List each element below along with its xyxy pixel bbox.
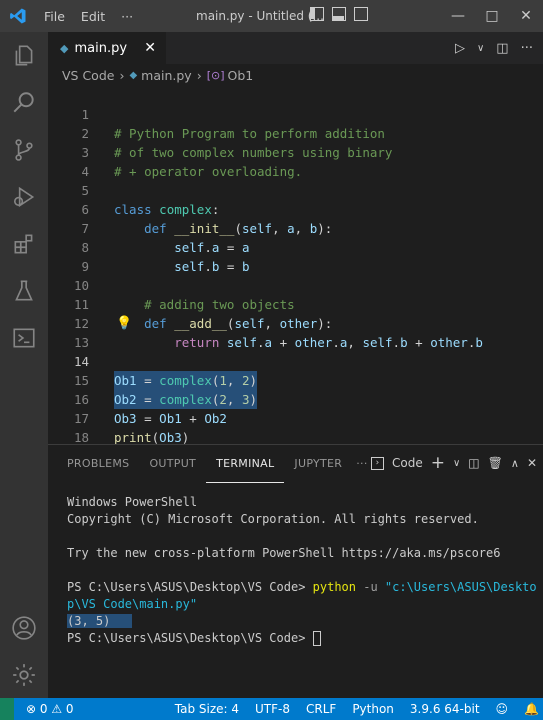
terminal-cursor <box>312 631 321 646</box>
kill-terminal-icon[interactable]: 🗑 <box>488 456 503 470</box>
terminal-dropdown-icon[interactable]: ∨ <box>453 458 460 469</box>
code-line: 15 Ob2 = complex(2, 3) <box>48 352 543 409</box>
accounts-icon[interactable] <box>0 604 48 651</box>
breadcrumb-file[interactable]: main.py <box>141 68 192 83</box>
code-line: 16 Ob3 = Ob1 + Ob2 <box>48 371 543 426</box>
eol-status[interactable]: CRLF <box>306 702 336 716</box>
code-line: 8 self.b = b <box>48 219 543 274</box>
terminal-line: Windows PowerShell <box>67 495 198 509</box>
toggle-panel-icon[interactable] <box>332 7 346 21</box>
tab-problems[interactable]: PROBLEMS <box>57 445 139 483</box>
problems-status[interactable]: ⊗ 0 ⚠ 0 <box>26 702 74 716</box>
chevron-right-icon: › <box>119 67 125 83</box>
code-line: 12 return self.a + other.a, self.b + oth… <box>48 295 543 350</box>
minimize-icon[interactable]: — <box>441 0 475 32</box>
code-line: 7 self.a = a <box>48 200 543 255</box>
title-bar: File Edit ··· main.py - Untitled (... — … <box>0 0 543 32</box>
feedback-icon[interactable]: ☺ <box>496 702 509 716</box>
run-python-file-icon[interactable]: ▷ <box>455 41 465 56</box>
activity-bar <box>0 32 48 698</box>
breadcrumb-symbol[interactable]: Ob1 <box>228 68 254 83</box>
code-line: 9 <box>48 238 543 274</box>
split-terminal-icon[interactable]: ◫ <box>468 456 479 470</box>
command-arg: "c:\Users\ASUS\Deskto <box>384 580 537 594</box>
command-arg: p\VS Code\main.py" <box>67 597 198 611</box>
terminal-line: PS C:\Users\ASUS\Desktop\VS Code> python… <box>67 579 537 596</box>
terminal-line: PS C:\Users\ASUS\Desktop\VS Code> <box>67 630 321 647</box>
maximize-icon[interactable]: □ <box>475 0 509 32</box>
code-line: 13 💡 <box>48 314 543 350</box>
menu-edit[interactable]: Edit <box>73 9 113 24</box>
notifications-bell-icon[interactable]: 🔔 <box>524 702 539 716</box>
close-window-icon[interactable]: ✕ <box>509 0 543 32</box>
tab-label: main.py <box>74 40 128 56</box>
code-line: 6 def __init__(self, a, b): <box>48 181 543 236</box>
tab-output[interactable]: OUTPUT <box>139 445 206 483</box>
tab-jupyter[interactable]: JUPYTER <box>284 445 352 483</box>
window-title: main.py - Untitled (... <box>196 9 324 23</box>
terminal-line: Copyright (C) Microsoft Corporation. All… <box>67 512 479 526</box>
code-line: 14 Ob1 = complex(1, 2) <box>48 333 543 390</box>
terminal-line: p\VS Code\main.py" <box>67 596 197 613</box>
extensions-icon[interactable] <box>0 220 48 267</box>
encoding-status[interactable]: UTF-8 <box>255 702 290 716</box>
command: python <box>312 580 356 594</box>
terminal-line: (3, 5) <box>67 613 133 630</box>
more-actions-icon[interactable]: ··· <box>521 41 533 56</box>
new-terminal-icon[interactable]: + <box>431 453 445 473</box>
toggle-sidebar-icon[interactable] <box>310 7 324 21</box>
program-output: (3, 5) <box>67 614 133 628</box>
tab-size-status[interactable]: Tab Size: 4 <box>175 702 239 716</box>
terminal-line: Try the new cross-platform PowerShell ht… <box>67 546 501 560</box>
code-line: 17 print(Ob3) <box>48 390 543 445</box>
prompt: PS C:\Users\ASUS\Desktop\VS Code> <box>67 580 313 594</box>
more-panel-tabs-icon[interactable]: ··· <box>352 445 371 483</box>
python-file-icon: ◆ <box>129 69 138 81</box>
run-debug-icon[interactable] <box>0 173 48 220</box>
code-line: 10 # adding two objects <box>48 257 543 312</box>
prompt: PS C:\Users\ASUS\Desktop\VS Code> <box>67 631 313 645</box>
menu-more[interactable]: ··· <box>113 9 141 24</box>
close-panel-icon[interactable]: ✕ <box>527 456 537 470</box>
terminal-shell-icon: › <box>370 456 384 470</box>
terminal-view-icon[interactable] <box>0 314 48 361</box>
maximize-panel-icon[interactable]: ∧ <box>511 457 519 470</box>
code-editor[interactable]: 1 # Python Program to perform addition 2… <box>48 86 543 445</box>
vscode-logo-icon <box>0 0 36 32</box>
lightbulb-icon[interactable]: 💡 <box>116 314 132 333</box>
tab-terminal[interactable]: TERMINAL <box>206 445 285 483</box>
split-editor-icon[interactable]: ◫ <box>496 41 508 56</box>
toggle-secondary-sidebar-icon[interactable] <box>354 7 368 21</box>
breadcrumb: VS Code › ◆ main.py › [⊙] Ob1 <box>48 64 543 86</box>
breadcrumb-folder[interactable]: VS Code <box>62 68 114 83</box>
code-line: 2 # of two complex numbers using binary <box>48 105 543 160</box>
source-control-icon[interactable] <box>0 126 48 173</box>
variable-symbol-icon: [⊙] <box>206 68 225 82</box>
command-flag: -u <box>356 580 385 594</box>
terminal-name[interactable]: Code <box>392 456 423 470</box>
terminal-output[interactable]: Windows PowerShell Copyright (C) Microso… <box>48 492 543 692</box>
code-line: 5 class complex: <box>48 162 543 217</box>
explorer-icon[interactable] <box>0 32 48 79</box>
status-bar: ⊗ 0 ⚠ 0 Tab Size: 4 UTF-8 CRLF Python 3.… <box>0 698 543 720</box>
code-line: 11 def __add__(self, other): <box>48 276 543 331</box>
python-file-icon: ◆ <box>60 41 69 55</box>
editor-tabs: ◆ main.py ✕ ▷ ∨ ◫ ··· <box>48 32 543 64</box>
close-tab-icon[interactable]: ✕ <box>144 40 156 56</box>
tab-main-py[interactable]: ◆ main.py ✕ <box>48 32 166 64</box>
search-icon[interactable] <box>0 79 48 126</box>
interpreter-status[interactable]: 3.9.6 64-bit <box>410 702 480 716</box>
code-line: 3 # + operator overloading. <box>48 124 543 179</box>
code-line: 4 <box>48 143 543 179</box>
code-line: 1 # Python Program to perform addition <box>48 86 543 141</box>
chevron-right-icon: › <box>196 67 202 83</box>
language-mode-status[interactable]: Python <box>352 702 394 716</box>
code-line: 18 <box>48 409 543 445</box>
remote-indicator[interactable] <box>0 698 14 720</box>
manage-gear-icon[interactable] <box>0 651 48 698</box>
testing-icon[interactable] <box>0 267 48 314</box>
run-dropdown-icon[interactable]: ∨ <box>477 43 484 54</box>
menu-file[interactable]: File <box>36 9 73 24</box>
